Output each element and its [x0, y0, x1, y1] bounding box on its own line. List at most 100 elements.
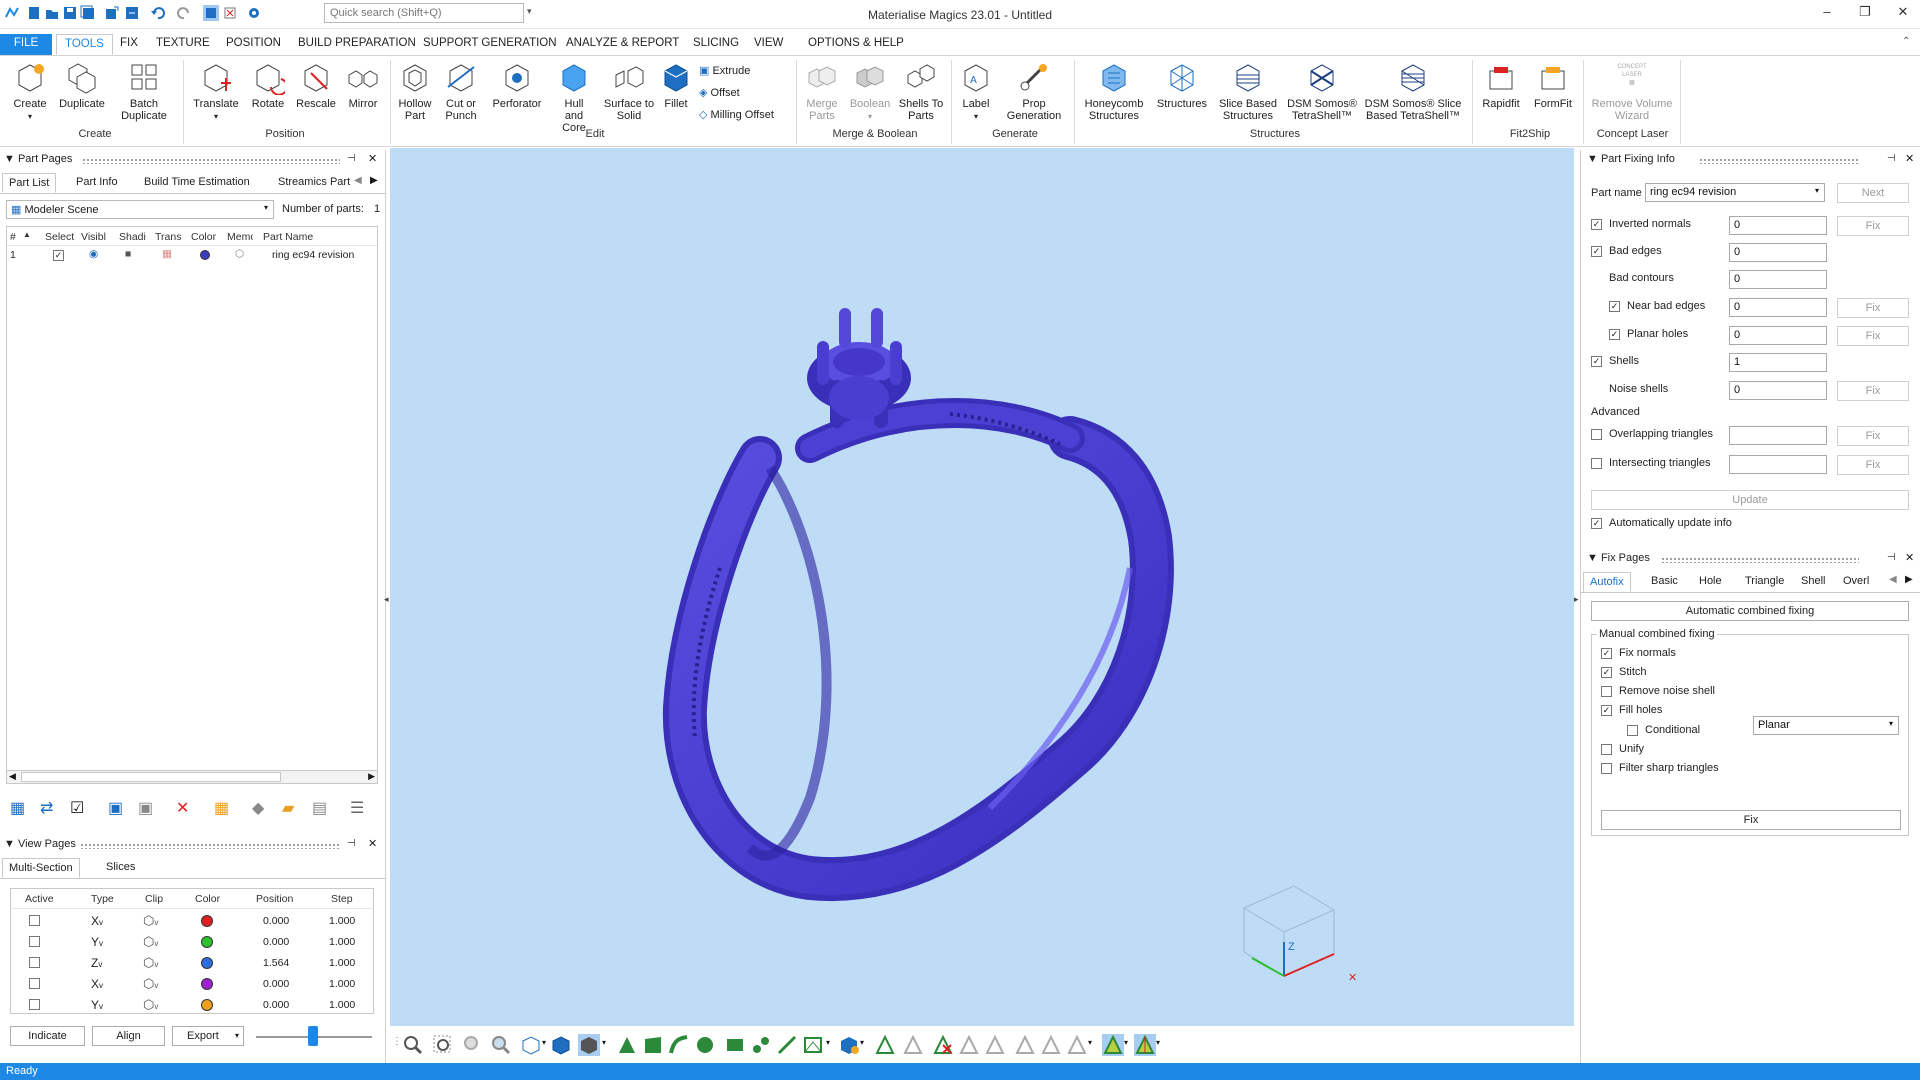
- section-position-value[interactable]: 0.000: [263, 978, 289, 990]
- deselect-part-icon[interactable]: [222, 5, 238, 21]
- hide-parts-icon[interactable]: ▣: [138, 798, 160, 820]
- new-file-icon[interactable]: [26, 5, 42, 21]
- memo-icon[interactable]: ⬡: [235, 248, 244, 260]
- section-step-value[interactable]: 1.000: [329, 957, 355, 969]
- tabs-scroll-left-icon[interactable]: ◀: [1889, 574, 1897, 585]
- zoom-fit-icon[interactable]: [490, 1034, 512, 1056]
- tab-fix[interactable]: FIX: [112, 34, 146, 55]
- undo-icon[interactable]: [150, 5, 166, 21]
- select-checkbox[interactable]: ✓: [53, 250, 64, 261]
- collapse-triangle-icon[interactable]: ▼: [1587, 552, 1598, 564]
- expand-marking-icon[interactable]: [902, 1034, 924, 1056]
- section-position-value[interactable]: 0.000: [263, 915, 289, 927]
- section-active-checkbox[interactable]: [29, 936, 40, 947]
- stack-icon[interactable]: ▤: [312, 798, 334, 820]
- drag-grip[interactable]: [82, 158, 340, 164]
- list-settings-icon[interactable]: ☰: [350, 798, 372, 820]
- rescale-button[interactable]: Rescale: [292, 61, 340, 110]
- shading-icon[interactable]: ■: [125, 248, 131, 260]
- advanced-fix-button[interactable]: Fix: [1837, 426, 1909, 446]
- section-type-select[interactable]: Xv: [91, 914, 103, 928]
- tab-file[interactable]: FILE: [0, 34, 52, 55]
- fix-info-checkbox[interactable]: ✓: [1591, 356, 1602, 367]
- drag-grip[interactable]: [1699, 158, 1859, 164]
- advanced-fix-button[interactable]: Fix: [1837, 455, 1909, 475]
- zoom-in-icon[interactable]: [462, 1034, 484, 1056]
- save-all-icon[interactable]: [80, 5, 96, 21]
- label-button[interactable]: A Label ▾: [955, 61, 997, 123]
- chevron-down-icon[interactable]: ▾: [1156, 1038, 1178, 1060]
- manual-option-checkbox[interactable]: [1601, 744, 1612, 755]
- remove-volume-wizard-button[interactable]: CONCEPT LASER ▦ Remove Volume Wizard: [1586, 61, 1678, 122]
- section-color-swatch[interactable]: [201, 957, 213, 969]
- section-step-value[interactable]: 1.000: [329, 978, 355, 990]
- manual-option-checkbox[interactable]: ✓: [1601, 667, 1612, 678]
- mark-shell-icon[interactable]: [958, 1034, 980, 1056]
- col-memo[interactable]: Memo: [227, 231, 253, 243]
- mark-all-icon[interactable]: [874, 1034, 896, 1056]
- select-part-icon[interactable]: [203, 5, 219, 21]
- mark-surface-icon[interactable]: [984, 1034, 1006, 1056]
- select-window-icon[interactable]: [802, 1034, 824, 1056]
- pin-icon[interactable]: ⊣: [1887, 153, 1896, 164]
- tab-part-list[interactable]: Part List: [2, 173, 57, 193]
- milling-offset-button[interactable]: ◇ Milling Offset: [699, 108, 774, 121]
- clip-cube-icon[interactable]: ⬡v: [143, 976, 158, 992]
- tab-multi-section[interactable]: Multi-Section: [2, 858, 80, 878]
- dsm-tetrashell-button[interactable]: DSM Somos® TetraShell™: [1284, 61, 1360, 122]
- tab-triangle[interactable]: Triangle: [1739, 572, 1790, 592]
- zoom-icon[interactable]: [402, 1034, 424, 1056]
- export-icon[interactable]: [124, 5, 140, 21]
- fix-info-checkbox[interactable]: ✓: [1591, 246, 1602, 257]
- offset-button[interactable]: ◈ Offset: [699, 86, 740, 99]
- part-color-swatch[interactable]: [200, 250, 210, 260]
- section-row[interactable]: Yv ⬡v 0.000 1.000: [11, 995, 373, 1015]
- mark-part-icon[interactable]: [838, 1034, 860, 1056]
- manual-option-checkbox[interactable]: ✓: [1601, 648, 1612, 659]
- collapse-triangle-icon[interactable]: ▼: [1587, 153, 1598, 165]
- prop-generation-button[interactable]: Prop Generation: [1003, 61, 1065, 122]
- close-button[interactable]: ✕: [1888, 4, 1918, 24]
- manual-option-checkbox[interactable]: [1601, 763, 1612, 774]
- perforator-button[interactable]: Perforator: [488, 61, 546, 110]
- shading-mode-icon[interactable]: [578, 1034, 600, 1056]
- select-lasso-icon[interactable]: [776, 1034, 798, 1056]
- drag-grip[interactable]: [1661, 557, 1859, 563]
- tab-build-preparation[interactable]: BUILD PREPARATION: [290, 34, 424, 55]
- dsm-slice-tetrashell-button[interactable]: DSM Somos® Slice Based TetraShell™: [1362, 61, 1464, 122]
- part-group-icon[interactable]: ▦: [214, 798, 236, 820]
- tab-position[interactable]: POSITION: [218, 34, 289, 55]
- ring-model[interactable]: [390, 148, 1574, 1026]
- col-select[interactable]: Select: [45, 231, 74, 243]
- sort-icon[interactable]: ▲: [23, 230, 31, 239]
- select-shell-icon[interactable]: [694, 1034, 716, 1056]
- mirror-button[interactable]: Mirror: [340, 61, 386, 110]
- tab-slicing[interactable]: SLICING: [685, 34, 747, 55]
- tabs-scroll-right-icon[interactable]: ▶: [370, 175, 378, 186]
- advanced-checkbox[interactable]: [1591, 458, 1602, 469]
- scroll-left-icon[interactable]: ◀: [9, 771, 16, 782]
- structures-button[interactable]: Structures: [1152, 61, 1212, 110]
- pin-icon[interactable]: ⊣: [347, 153, 356, 164]
- tab-texture[interactable]: TEXTURE: [148, 34, 218, 55]
- platform-icon[interactable]: ▰: [282, 798, 304, 820]
- col-transparency[interactable]: Trans: [155, 231, 181, 243]
- fix-info-checkbox[interactable]: ✓: [1609, 329, 1620, 340]
- manual-option-checkbox[interactable]: [1627, 725, 1638, 736]
- section-active-checkbox[interactable]: [29, 957, 40, 968]
- label-tag-icon[interactable]: ◆: [252, 798, 274, 820]
- fix-info-checkbox[interactable]: ✓: [1591, 219, 1602, 230]
- panel-close-icon[interactable]: ✕: [368, 837, 377, 850]
- mark-curve-icon[interactable]: [1066, 1034, 1088, 1056]
- tab-support-generation[interactable]: SUPPORT GENERATION: [415, 34, 565, 55]
- col-part-name[interactable]: Part Name: [263, 231, 313, 243]
- formfit-button[interactable]: FormFit: [1528, 61, 1578, 110]
- indicate-button[interactable]: Indicate: [10, 1026, 85, 1046]
- rapidfit-button[interactable]: Rapidfit: [1476, 61, 1526, 110]
- align-button[interactable]: Align: [92, 1026, 165, 1046]
- select-all-parts-icon[interactable]: ▦: [10, 798, 32, 820]
- tab-options-help[interactable]: OPTIONS & HELP: [800, 34, 912, 55]
- fix-info-fix-button[interactable]: Fix: [1837, 326, 1909, 346]
- part-name[interactable]: ring ec94 revision: [272, 249, 354, 261]
- import-icon[interactable]: [104, 5, 120, 21]
